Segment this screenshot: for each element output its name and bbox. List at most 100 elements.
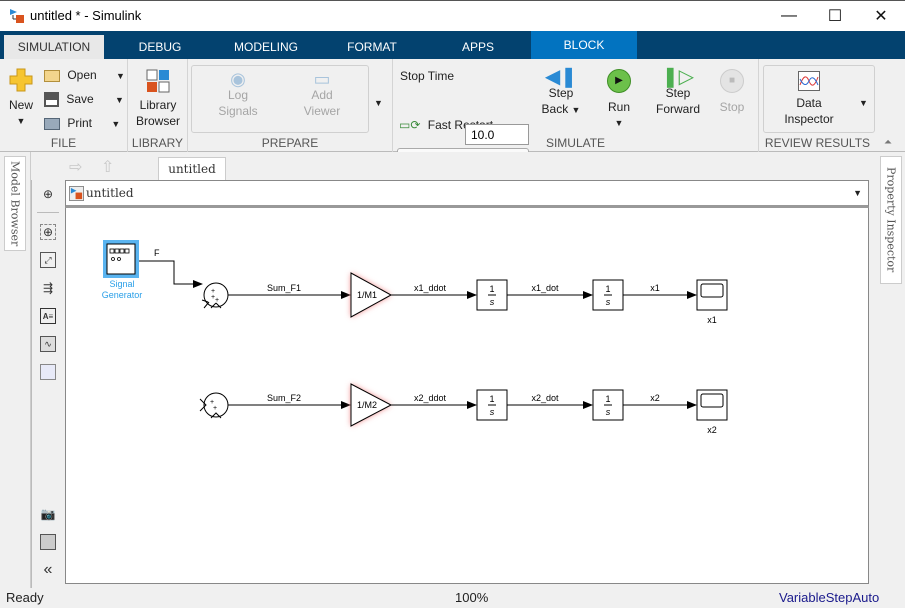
log-signals-button[interactable]: ◉ Log Signals (210, 69, 266, 119)
explorer-bar: ⇦ ⇨ ⇧ untitled (31, 152, 876, 180)
step-forward-button[interactable]: ❚▷ Step Forward (653, 67, 703, 117)
signal-label-x1-ddot: x1_ddot (414, 283, 447, 293)
review-gallery-expand-icon[interactable]: ▼ (859, 95, 868, 111)
tab-debug[interactable]: DEBUG (125, 35, 195, 59)
save-dropdown-icon[interactable]: ▼ (115, 95, 124, 105)
save-label: Save (66, 92, 94, 106)
integrator-block-2a[interactable]: 1 s (476, 389, 508, 421)
integrator-2b-denominator: s (606, 407, 611, 417)
tab-block[interactable]: BLOCK (531, 31, 637, 59)
log-signals-label-2: Signals (218, 104, 258, 118)
library-browser-label-1: Library (139, 98, 177, 112)
title-bar: untitled * - Simulink — ☐ ✕ (0, 0, 905, 31)
screenshot-camera-icon[interactable]: 📷 (40, 506, 56, 522)
save-button[interactable]: Save ▼ (44, 91, 124, 108)
new-dropdown-icon[interactable]: ▼ (6, 113, 36, 129)
open-button[interactable]: Open ▼ (44, 67, 125, 84)
signal-label-sum-f2: Sum_F2 (267, 393, 301, 403)
log-signals-icon: ◉ (230, 69, 246, 89)
add-viewer-label-1: Add (311, 88, 333, 102)
integrator-block-1a[interactable]: 1 s (476, 279, 508, 311)
forward-arrow-icon[interactable]: ⇨ (69, 157, 82, 177)
scope-block-1[interactable] (696, 279, 728, 311)
sum-block-2[interactable]: + + (199, 392, 229, 419)
signal-line-f[interactable] (139, 260, 203, 288)
integrator-2a-numerator: 1 (489, 394, 494, 404)
stop-time-input[interactable] (465, 124, 529, 145)
model-icon (69, 186, 84, 201)
integrator-2a-denominator: s (490, 407, 495, 417)
palette-divider (37, 212, 59, 213)
image-icon[interactable]: ∿ (40, 336, 56, 352)
library-browser-label-2: Browser (135, 114, 180, 128)
fit-to-view-icon[interactable]: ⤢ (40, 252, 56, 268)
print-label: Print (67, 116, 93, 130)
property-inspector-panel-icon[interactable] (40, 534, 56, 550)
stop-icon: ■ (720, 69, 744, 93)
integrator-block-1b[interactable]: 1 s (592, 279, 624, 311)
print-button[interactable]: Print ▼ (44, 115, 120, 132)
minimize-button[interactable]: — (766, 1, 812, 31)
signal-generator-block[interactable] (103, 240, 139, 278)
signal-label-x2-ddot: x2_ddot (414, 393, 447, 403)
step-forward-label-2: Forward (655, 102, 700, 116)
window-title: untitled * - Simulink (30, 8, 142, 23)
file-section: New ▼ Open ▼ Save ▼ Print ▼ FILE (0, 59, 128, 152)
tab-modeling[interactable]: MODELING (225, 35, 307, 59)
open-dropdown-icon[interactable]: ▼ (116, 71, 125, 81)
stop-button[interactable]: ■ Stop (715, 69, 749, 115)
model-path: untitled (86, 186, 134, 200)
tab-format[interactable]: FORMAT (338, 35, 406, 59)
sum-block-1[interactable]: + + + (201, 282, 229, 309)
integrator-block-2b[interactable]: 1 s (592, 389, 624, 421)
document-tab-untitled[interactable]: untitled (158, 157, 226, 180)
prepare-gallery-expand-icon[interactable]: ▼ (374, 95, 383, 111)
tab-simulation[interactable]: SIMULATION (4, 35, 104, 59)
step-forward-label-1: Step (665, 86, 691, 100)
left-side-strip: Model Browser (0, 152, 31, 588)
gain-1-label: 1/M1 (357, 290, 377, 300)
scope-2-label: x2 (707, 425, 717, 435)
data-inspector-button[interactable]: Data Inspector (767, 71, 851, 127)
address-dropdown-icon[interactable]: ▼ (853, 188, 862, 198)
run-dropdown-icon[interactable]: ▼ (599, 115, 639, 131)
area-icon[interactable] (40, 364, 56, 380)
add-viewer-button[interactable]: ▭ Add Viewer (294, 70, 350, 119)
up-arrow-icon[interactable]: ⇧ (101, 157, 114, 177)
scope-1-label: x1 (707, 315, 717, 325)
property-inspector-tab[interactable]: Property Inspector (880, 156, 902, 284)
palette-separator (31, 180, 32, 588)
open-label: Open (67, 68, 97, 82)
block-diagram: Signal Generator F + + + Sum_F1 1/M1 x1_… (102, 240, 728, 435)
new-label: New (8, 98, 33, 112)
gain-2-label: 1/M2 (357, 400, 377, 410)
review-results-section: Data Inspector ▼ REVIEW RESULTS (759, 59, 876, 152)
step-back-button[interactable]: ◀❚ Step Back ▼ (541, 67, 581, 118)
print-dropdown-icon[interactable]: ▼ (111, 119, 120, 129)
scope-block-2[interactable] (696, 389, 728, 421)
prepare-section: ◉ Log Signals ▭ Add Viewer ▼ PREPARE (188, 59, 393, 152)
file-section-label: FILE (50, 136, 77, 150)
maximize-button[interactable]: ☐ (812, 1, 858, 31)
collapse-ribbon-icon[interactable]: ⏶ (884, 135, 892, 151)
hide-show-explorer-icon[interactable]: ⊕ (40, 186, 56, 202)
run-button[interactable]: ▶ Run ▼ (599, 69, 639, 131)
model-canvas[interactable]: Signal Generator F + + + Sum_F1 1/M1 x1_… (65, 208, 869, 584)
right-side-strip: Property Inspector (876, 152, 905, 588)
close-button[interactable]: ✕ (858, 1, 904, 31)
signal-generator-label-2: Generator (102, 290, 143, 300)
zoom-in-icon[interactable]: ⊕ (40, 224, 56, 240)
new-button[interactable]: New ▼ (6, 67, 36, 129)
status-zoom: 100% (455, 590, 489, 605)
step-back-label-2: Back ▼ (541, 102, 581, 116)
data-inspector-label-1: Data (796, 96, 822, 110)
library-browser-button[interactable]: Library Browser (130, 69, 186, 129)
integrator-1b-numerator: 1 (605, 284, 610, 294)
collapse-palette-icon[interactable]: « (40, 561, 56, 578)
status-solver[interactable]: VariableStepAuto (779, 590, 879, 605)
route-lines-icon[interactable]: ⇶ (40, 280, 56, 296)
model-address-bar[interactable]: untitled ▼ (65, 180, 869, 208)
model-browser-tab[interactable]: Model Browser (4, 156, 26, 251)
tab-apps[interactable]: APPS (452, 35, 504, 59)
annotation-icon[interactable]: A≡ (40, 308, 56, 324)
